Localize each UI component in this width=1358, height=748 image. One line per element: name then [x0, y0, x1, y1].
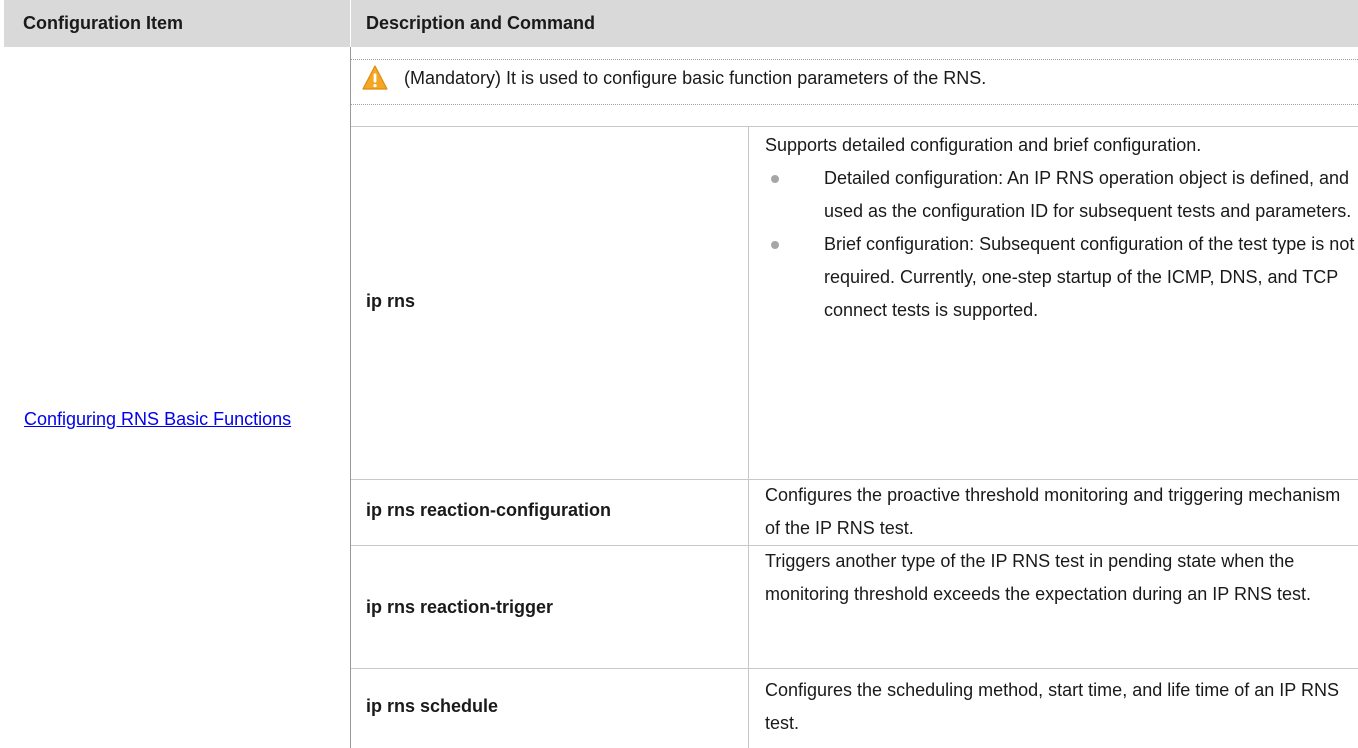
config-table: Configuration Item Description and Comma…	[0, 0, 1358, 748]
row-rule-1	[351, 126, 1358, 127]
table-header: Configuration Item Description and Comma…	[4, 0, 1358, 47]
command-ip-rns-reaction-trigger: ip rns reaction-trigger	[366, 597, 554, 617]
column-divider-middle	[748, 126, 749, 748]
bullet-item: Detailed configuration: An IP RNS operat…	[765, 162, 1355, 228]
note-bottom-rule	[351, 104, 1358, 105]
bullet-text: Brief configuration: Subsequent configur…	[824, 234, 1355, 320]
description-reaction-configuration: Configures the proactive threshold monit…	[765, 485, 1341, 538]
warning-icon	[362, 65, 388, 90]
header-configuration-item: Configuration Item	[23, 13, 183, 33]
column-divider-left	[350, 47, 351, 748]
description-reaction-trigger: Triggers another type of the IP RNS test…	[765, 551, 1311, 604]
command-ip-rns-reaction-configuration: ip rns reaction-configuration	[366, 500, 612, 520]
header-description-command: Description and Command	[366, 13, 596, 33]
bullet-icon	[771, 241, 779, 249]
bullet-item: Brief configuration: Subsequent configur…	[765, 228, 1355, 327]
mandatory-note: (Mandatory) It is used to configure basi…	[362, 56, 1358, 104]
header-divider	[350, 0, 351, 47]
description-text: Supports detailed configuration and brie…	[765, 135, 1202, 155]
command-ip-rns: ip rns	[366, 291, 416, 311]
command-ip-rns-schedule: ip rns schedule	[366, 696, 499, 716]
bullet-text: Detailed configuration: An IP RNS operat…	[824, 168, 1352, 221]
bullet-icon	[771, 175, 779, 183]
mandatory-note-text: (Mandatory) It is used to configure basi…	[404, 68, 987, 88]
description-schedule: Configures the scheduling method, start …	[765, 680, 1339, 733]
row-rule-4	[351, 668, 1358, 669]
configuring-rns-basic-functions-link[interactable]: Configuring RNS Basic Functions	[24, 403, 324, 436]
description-ip-rns: Supports detailed configuration and brie…	[765, 129, 1355, 327]
